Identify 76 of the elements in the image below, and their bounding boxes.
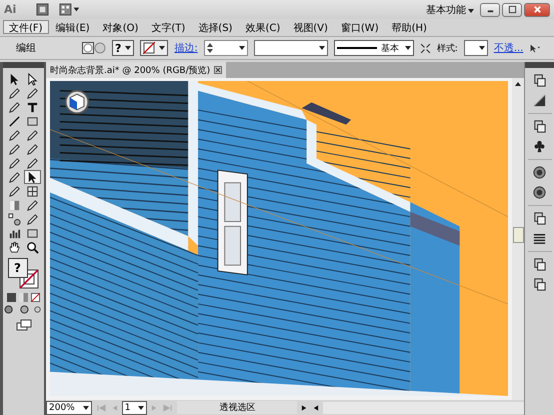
spinner-arrows-icon[interactable] <box>206 43 213 53</box>
horizontal-scrollbar[interactable] <box>323 402 524 414</box>
caret-icon <box>159 46 166 50</box>
screen-mode-icon[interactable] <box>16 319 32 331</box>
panel-grip[interactable] <box>525 62 554 68</box>
blend-icon[interactable] <box>6 212 23 226</box>
stacked-pages-icon[interactable] <box>532 257 547 272</box>
menu-item[interactable]: 视图(V) <box>287 20 334 34</box>
scroll-up-icon[interactable] <box>514 81 522 87</box>
menu-item[interactable]: 编辑(E) <box>50 20 96 34</box>
brush-definition-dropdown[interactable]: 基本 <box>334 40 414 56</box>
app-logo: Ai <box>4 3 18 16</box>
variable-width-dropdown[interactable] <box>254 40 328 56</box>
current-tool-status: 透视选区 <box>177 401 298 414</box>
menu-item[interactable]: 对象(O) <box>96 20 144 34</box>
caret-icon <box>125 46 132 50</box>
menu-item[interactable]: 选择(S) <box>192 20 238 34</box>
zoom-icon[interactable] <box>24 240 41 254</box>
workspace-switcher[interactable]: 基本功能 <box>422 2 478 16</box>
fill-swatch[interactable]: ? <box>112 40 134 56</box>
pencil-icon[interactable] <box>24 128 41 142</box>
isolate-group-icon[interactable] <box>82 42 106 54</box>
opacity-link[interactable]: 不透... <box>494 41 524 55</box>
draw-normal-icon[interactable] <box>4 305 15 314</box>
caret-icon <box>468 8 474 12</box>
caret-icon <box>404 46 411 50</box>
caret-icon <box>318 46 325 50</box>
transform-handles-icon[interactable] <box>420 42 431 54</box>
draw-inside-icon[interactable] <box>32 305 43 314</box>
selection-type-label: 编组 <box>16 42 37 55</box>
layers-icon[interactable] <box>532 277 547 292</box>
menu-item[interactable]: 效果(C) <box>239 20 286 34</box>
none-mode-icon[interactable] <box>31 293 40 302</box>
caret-icon <box>138 406 144 410</box>
layered-squares-icon[interactable] <box>532 211 547 226</box>
bridge-icon[interactable] <box>36 3 49 16</box>
no-color-swatch-icon <box>143 42 156 54</box>
caret-icon <box>478 46 485 50</box>
document-tab[interactable]: 时尚杂志背景.ai* @ 200% (RGB/预览) <box>46 62 226 78</box>
arrange-documents-icon[interactable] <box>59 3 81 16</box>
zoom-field[interactable]: 200% <box>46 400 92 414</box>
scroll-left-icon[interactable] <box>312 404 320 412</box>
maximize-button[interactable] <box>502 2 522 16</box>
scroll-thumb[interactable] <box>512 227 524 243</box>
vertical-scrollbar[interactable] <box>512 78 524 400</box>
stroke-line-icon <box>336 46 377 50</box>
close-icon[interactable] <box>214 66 222 74</box>
selection-options-icon[interactable] <box>529 42 540 54</box>
stroke-swatch[interactable] <box>140 40 168 56</box>
gradient-swatch-icon[interactable] <box>532 93 547 108</box>
gradient-mode-icon[interactable] <box>19 293 28 302</box>
appearance-circles-icon[interactable] <box>532 165 547 180</box>
artboard-number-field[interactable]: 1 <box>122 400 148 414</box>
close-icon <box>532 5 542 14</box>
fill-color-well[interactable]: ? <box>8 258 28 278</box>
style-label: 样式: <box>436 42 458 54</box>
stroke-link[interactable]: 描边: <box>174 41 198 55</box>
caret-icon <box>82 406 89 410</box>
club-icon[interactable] <box>532 139 547 154</box>
radial-circle-icon[interactable] <box>532 185 547 200</box>
perspective-selection-icon[interactable] <box>24 170 41 184</box>
stroke-weight-field[interactable] <box>204 40 248 56</box>
menu-item[interactable]: 文字(T) <box>145 20 192 34</box>
caret-icon <box>238 46 245 50</box>
close-button[interactable] <box>524 2 550 16</box>
minimize-button[interactable] <box>480 2 500 16</box>
status-menu-icon[interactable] <box>301 404 308 412</box>
maximize-icon <box>508 5 516 14</box>
color-mode-icon[interactable] <box>7 293 16 302</box>
perspective-grid-widget-icon[interactable] <box>64 89 90 115</box>
graphic-style-dropdown[interactable] <box>464 40 488 56</box>
menu-item[interactable]: 窗口(W) <box>334 20 385 34</box>
stroke-lines-icon[interactable] <box>532 231 547 246</box>
menu-item[interactable]: 文件(F) <box>3 20 49 34</box>
draw-behind-icon[interactable] <box>18 305 29 314</box>
menu-item[interactable]: 帮助(H) <box>386 20 433 34</box>
